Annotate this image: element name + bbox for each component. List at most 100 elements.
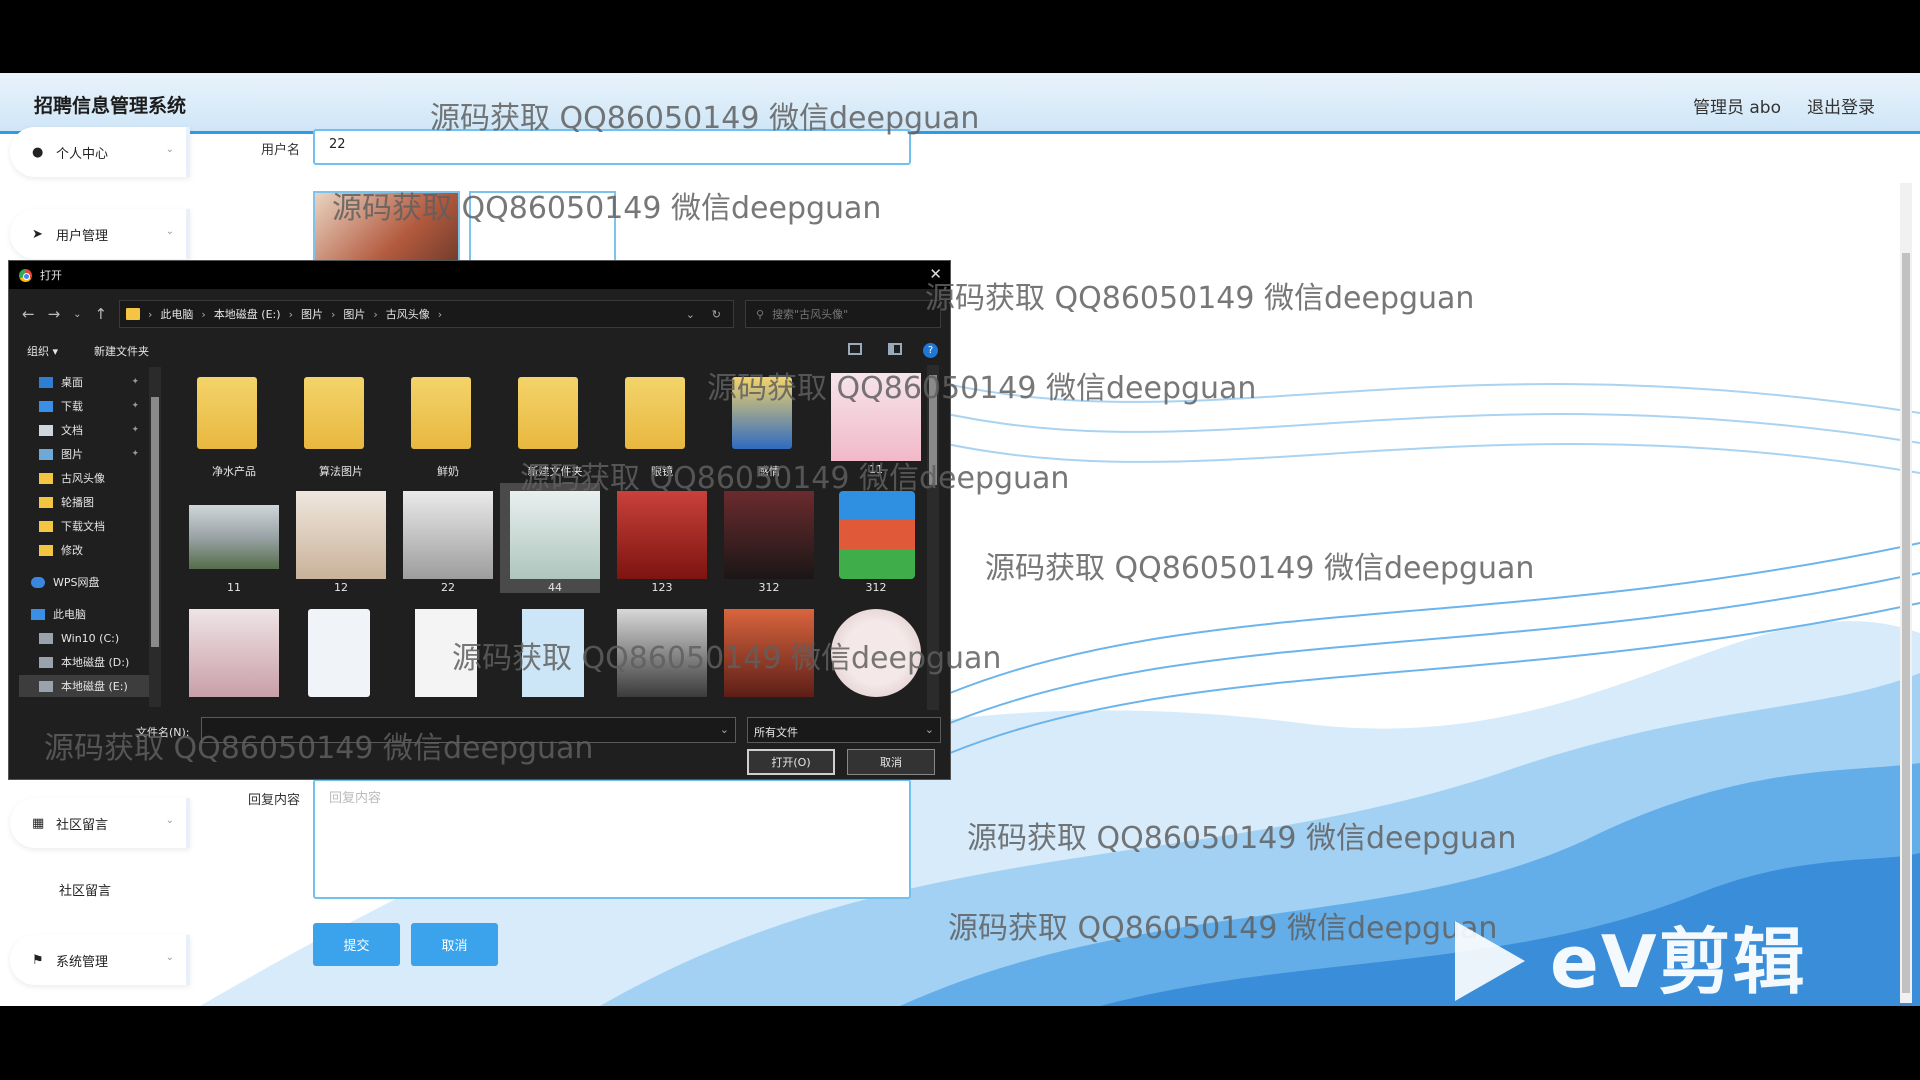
breadcrumb-item[interactable]: 图片 xyxy=(343,306,365,322)
nav-label: WPS网盘 xyxy=(53,576,100,589)
file-item-image[interactable] xyxy=(607,601,707,710)
image-upload-box[interactable] xyxy=(469,191,616,271)
filetype-select[interactable]: 所有文件 ⌄ xyxy=(747,717,941,743)
recent-chevron-icon[interactable]: ⌄ xyxy=(73,309,81,320)
username-input[interactable]: 22 xyxy=(313,129,911,165)
file-item-image[interactable]: 22 xyxy=(393,483,493,594)
file-grid-scrollbar[interactable] xyxy=(927,365,939,710)
folder-icon xyxy=(39,496,53,508)
file-item-document[interactable] xyxy=(393,601,493,710)
logout-link[interactable]: 退出登录 xyxy=(1807,93,1875,118)
nav-item-wps-cloud[interactable]: WPS网盘 xyxy=(19,571,159,593)
sidebar-item-community[interactable]: ▦ 社区留言 ⌄ xyxy=(10,798,190,848)
file-item-image[interactable]: 11 xyxy=(179,483,279,594)
document-icon xyxy=(39,424,53,436)
nav-item-desktop[interactable]: 桌面 ✦ xyxy=(19,371,159,393)
breadcrumb-item[interactable]: 古风头像 xyxy=(386,306,430,322)
file-item-image[interactable] xyxy=(714,601,814,710)
file-item-image[interactable]: 123 xyxy=(607,483,707,594)
nav-label: 此电脑 xyxy=(53,608,86,621)
file-item-video[interactable] xyxy=(286,601,386,710)
nav-item-folder[interactable]: 下载文档 xyxy=(19,515,159,537)
sidebar-item-user-management[interactable]: ➤ 用户管理 ⌄ xyxy=(10,209,190,259)
address-dropdown-icon[interactable]: ⌄ xyxy=(686,308,695,321)
up-arrow-icon[interactable]: ↑ xyxy=(95,305,108,323)
search-box[interactable]: ⚲ 搜索"古风头像" xyxy=(745,300,941,328)
chevron-down-icon[interactable]: ⌄ xyxy=(720,723,729,736)
image-thumbnail xyxy=(724,609,814,697)
file-label: 11 xyxy=(869,463,883,476)
nav-item-this-pc[interactable]: 此电脑 xyxy=(19,603,159,625)
file-item-image[interactable] xyxy=(179,601,279,710)
nav-item-pictures[interactable]: 图片 ✦ xyxy=(19,443,159,465)
nav-scrollbar[interactable] xyxy=(149,367,161,707)
breadcrumb-item[interactable]: 图片 xyxy=(301,306,323,322)
nav-item-documents[interactable]: 文档 ✦ xyxy=(19,419,159,441)
nav-item-folder[interactable]: 古风头像 xyxy=(19,467,159,489)
file-item-folder[interactable]: 净水产品 xyxy=(179,365,279,478)
file-item-image[interactable] xyxy=(821,601,921,710)
sidebar-item-personal-center[interactable]: ● 个人中心 ⌄ xyxy=(10,127,190,177)
preview-pane-icon[interactable] xyxy=(888,343,902,355)
file-item-folder[interactable]: 鲜奶 xyxy=(393,365,493,478)
breadcrumb-chevron-icon: › xyxy=(373,307,378,321)
file-label: 123 xyxy=(651,581,673,594)
breadcrumb-item[interactable]: 此电脑 xyxy=(160,306,193,322)
refresh-icon[interactable]: ↻ xyxy=(712,308,721,321)
sidebar-item-system[interactable]: ⚑ 系统管理 ⌄ xyxy=(10,935,190,985)
filename-input[interactable]: ⌄ xyxy=(201,717,736,743)
view-options-icon[interactable] xyxy=(848,343,862,355)
chrome-icon xyxy=(19,268,32,282)
folder-icon xyxy=(625,377,685,449)
new-folder-button[interactable]: 新建文件夹 xyxy=(94,343,149,359)
sidebar-item-label: 个人中心 xyxy=(56,146,109,162)
nav-item-folder[interactable]: 轮播图 xyxy=(19,491,159,513)
file-item-image[interactable]: 12 xyxy=(286,483,386,594)
admin-user-label: 管理员 abo xyxy=(1692,98,1781,118)
file-item-archive[interactable]: 312 xyxy=(821,483,921,594)
breadcrumb-chevron-icon: › xyxy=(201,307,206,321)
dialog-navbar: ← → ⌄ ↑ › 此电脑 › 本地磁盘 (E:) › 图片 › 图片 › 古风… xyxy=(9,297,952,331)
file-label: 感情 xyxy=(758,465,780,478)
file-label: 净水产品 xyxy=(212,465,256,478)
close-icon[interactable]: ✕ xyxy=(929,265,942,283)
file-item-image[interactable]: 11 xyxy=(821,365,921,476)
nav-item-drive-c[interactable]: Win10 (C:) xyxy=(19,627,159,649)
file-item-folder[interactable]: 算法图片 xyxy=(286,365,386,478)
dialog-cancel-button[interactable]: 取消 xyxy=(847,749,935,775)
file-item-image[interactable]: 312 xyxy=(714,483,814,594)
file-item-folder[interactable]: 新建文件夹 xyxy=(500,365,600,478)
cancel-button[interactable]: 取消 xyxy=(411,923,498,966)
nav-item-drive-d[interactable]: 本地磁盘 (D:) xyxy=(19,651,159,673)
file-item-file[interactable] xyxy=(500,601,600,710)
breadcrumb-item[interactable]: 本地磁盘 (E:) xyxy=(214,306,281,322)
open-button[interactable]: 打开(O) xyxy=(747,749,835,775)
file-item-folder[interactable]: 感情 xyxy=(714,365,814,478)
nav-item-folder[interactable]: 修改 xyxy=(19,539,159,561)
reply-textarea[interactable]: 回复内容 xyxy=(313,779,911,899)
address-bar[interactable]: › 此电脑 › 本地磁盘 (E:) › 图片 › 图片 › 古风头像 › ⌄ ↻ xyxy=(119,300,734,328)
forward-arrow-icon[interactable]: → xyxy=(48,305,61,323)
file-item-image-selected[interactable]: 44 xyxy=(500,483,600,594)
image-thumbnail xyxy=(296,491,386,579)
sidebar-subitem-community-messages[interactable]: 社区留言 xyxy=(10,865,190,913)
file-item-folder[interactable]: 眼镜 xyxy=(607,365,707,478)
back-arrow-icon[interactable]: ← xyxy=(22,305,35,323)
cloud-icon xyxy=(31,576,45,588)
submit-button[interactable]: 提交 xyxy=(313,923,400,966)
file-label: 44 xyxy=(548,581,562,594)
nav-scrollbar-thumb[interactable] xyxy=(151,397,159,647)
organize-button[interactable]: 组织 ▾ xyxy=(27,343,58,359)
play-icon xyxy=(1455,921,1525,1001)
picture-icon xyxy=(39,448,53,460)
folder-icon xyxy=(39,472,53,484)
nav-item-drive-e[interactable]: 本地磁盘 (E:) xyxy=(19,675,159,697)
help-icon[interactable]: ? xyxy=(923,343,938,358)
image-thumbnail xyxy=(189,505,279,569)
nav-item-downloads[interactable]: 下载 ✦ xyxy=(19,395,159,417)
file-grid-scrollbar-thumb[interactable] xyxy=(929,375,937,485)
nav-label: 下载文档 xyxy=(61,520,105,533)
image-thumbnail xyxy=(403,491,493,579)
user-icon: ● xyxy=(32,144,44,160)
folder-icon xyxy=(518,377,578,449)
